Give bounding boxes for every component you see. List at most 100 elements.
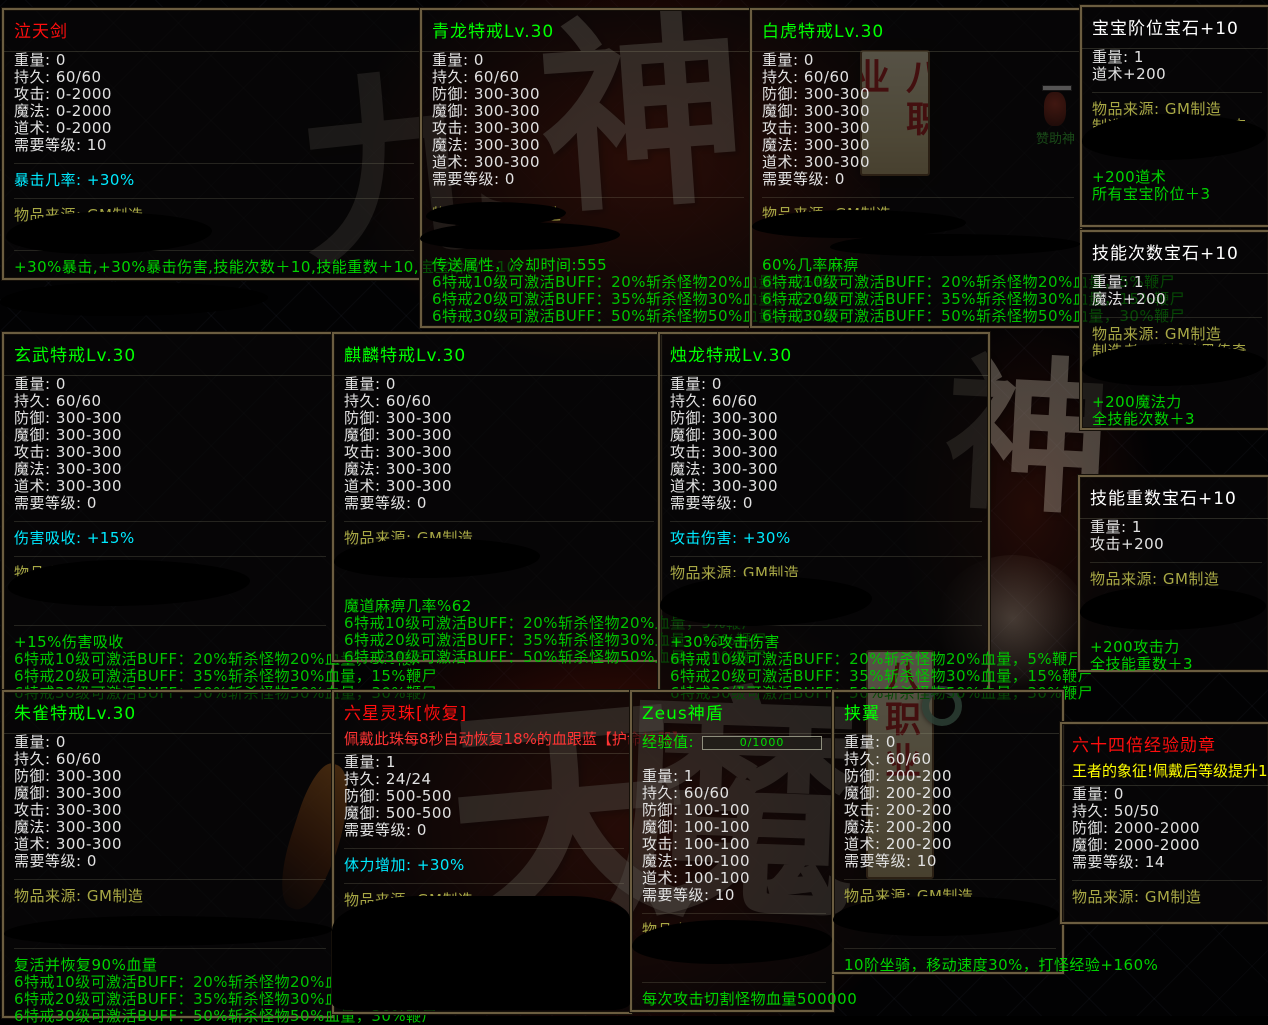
effect-row: 10阶坐骑，移动速度30%，打怪经验+160% [844,957,1062,974]
item-title: 泣天剑 [14,17,420,42]
source-row: 物品来源: GM制造 [14,888,332,905]
stat-row: 持久: 60/60 [762,69,1080,86]
stat-row: 道术: 100-100 [642,870,832,887]
effect-row: 魔道麻痹几率%62 [344,598,660,615]
buff-row: 6特戒20级可激活BUFF：35%斩杀怪物30%血量，15%鞭尸 [432,291,750,308]
item-title: 麒麟特戒Lv.30 [344,341,660,366]
spacer [344,581,660,598]
source-row: 物品来源: GM制造 [1092,326,1268,343]
buff-row: 6特戒30级可激活BUFF：50%斩杀怪物50%血量，30%鞭尸 [344,649,660,666]
item-title: 挟翼 [844,699,1062,724]
stat-row: 道术: 300-300 [670,478,988,495]
stat-row: 重量: 0 [14,52,420,69]
stat-row: 攻击: 300-300 [432,120,750,137]
stat-row: 重量: 0 [1072,786,1268,803]
tooltip-baihu-ring: 白虎特戒Lv.30重量: 0持久: 60/60防御: 300-300魔御: 30… [750,8,1082,328]
special-stat-row: 暴击几率: +30% [14,172,420,189]
source-row: 物品来源: GM制造 [1072,889,1268,906]
stat-row: 持久: 50/50 [1072,803,1268,820]
stat-row: 重量: 1 [642,768,832,785]
tooltip-skill-weight-gem: 技能重数宝石+10重量: 1攻击+200物品来源: GM制造+200攻击力全技能… [1078,475,1268,672]
stat-row: 持久: 60/60 [670,393,988,410]
stat-row: 攻击: 300-300 [14,802,332,819]
stat-row: 防御: 2000-2000 [1072,820,1268,837]
stat-row: 魔御: 300-300 [432,103,750,120]
stat-row: 道术: 200-200 [844,836,1062,853]
stat-row: 需要等级: 10 [642,887,832,904]
stat-row: 魔法: 200-200 [844,819,1062,836]
stat-row: 防御: 300-300 [14,410,332,427]
buff-row: 6特戒30级可激活BUFF：50%斩杀怪物50%血量，30%鞭尸 [14,1008,332,1025]
stat-row: 重量: 0 [844,734,1062,751]
effect-row: 60%几率麻痹 [762,257,1080,274]
stat-row: 重量: 0 [432,52,750,69]
stat-row: 攻击+200 [1090,536,1268,553]
stat-row: 道术: 300-300 [14,836,332,853]
item-subtitle: 王者的象征!佩戴后等级提升1000! [1072,760,1268,781]
buff-row: 6特戒10级可激活BUFF：20%斩杀怪物20%血量，5%鞭尸 [670,651,988,668]
item-title: 青龙特戒Lv.30 [432,17,750,42]
stat-row: 需要等级: 14 [1072,854,1268,871]
stat-row: 重量: 0 [762,52,1080,69]
item-title: 宝宝阶位宝石+10 [1092,14,1268,39]
tooltip-qilin-ring: 麒麟特戒Lv.30重量: 0持久: 60/60防御: 300-300魔御: 30… [332,332,662,662]
item-title: 烛龙特戒Lv.30 [670,341,988,366]
tooltip-qinglong-ring: 青龙特戒Lv.30重量: 0持久: 60/60防御: 300-300魔御: 30… [420,8,752,328]
tooltip-zhulong-ring: 烛龙特戒Lv.30重量: 0持久: 60/60防御: 300-300魔御: 30… [658,332,990,692]
spacer [642,751,832,768]
stat-row: 需要等级: 0 [762,171,1080,188]
special-stat-row: 体力增加: +30% [344,857,630,874]
exp-row: 经验值:0/1000 [642,734,832,751]
buff-row: 6特戒10级可激活BUFF：20%斩杀怪物20%血量，5%鞭尸 [432,274,750,291]
buff-row: 6特戒20级可激活BUFF：35%斩杀怪物30%血量，15%鞭尸 [344,632,660,649]
stat-row: 道术: 300-300 [344,478,660,495]
stat-row: 道术: 300-300 [432,154,750,171]
stat-row: 重量: 0 [14,376,332,393]
effect-row: 全技能次数＋3 [1092,411,1268,428]
stat-row: 防御: 500-500 [344,788,630,805]
stat-row: 魔御: 300-300 [14,785,332,802]
stat-row: 重量: 0 [670,376,988,393]
item-title: 技能重数宝石+10 [1090,484,1268,509]
stat-row: 攻击: 300-300 [344,444,660,461]
effect-row: +30%暴击,+30%暴击伤害,技能次数＋10,技能重数＋10,宝宝阶位＋10 [14,259,420,276]
effect-row: +30%攻击伤害 [670,634,988,651]
stat-row: 重量: 1 [1090,519,1268,536]
item-title: 玄武特戒Lv.30 [14,341,332,366]
tooltip-exp-medal: 六十四倍经验勋章王者的象征!佩戴后等级提升1000!重量: 0持久: 50/50… [1060,722,1268,924]
item-subtitle: 佩戴此珠每8秒自动恢复18%的血跟蓝【护命神器】 [344,728,630,749]
exp-value: 0/1000 [703,737,821,749]
stat-row: 防御: 100-100 [642,802,832,819]
stat-row: 需要等级: 0 [14,853,332,870]
stat-row: 魔法: 300-300 [14,819,332,836]
stat-row: 魔法: 300-300 [344,461,660,478]
buff-row: 6特戒10级可激活BUFF：20%斩杀怪物20%血量，5%鞭尸 [14,651,332,668]
effect-row: +200道术 [1092,169,1268,186]
redaction-mark [332,896,630,1010]
stat-row: 魔法: 300-300 [432,137,750,154]
buff-row: 6特戒10级可激活BUFF：20%斩杀怪物20%血量，5%鞭尸 [762,274,1080,291]
stat-row: 持久: 60/60 [14,393,332,410]
item-title: Zeus神盾 [642,699,832,724]
exp-bar: 0/1000 [702,736,822,750]
stat-row: 重量: 0 [344,376,660,393]
tooltip-zhuque-ring: 朱雀特戒Lv.30重量: 0持久: 60/60防御: 300-300魔御: 30… [2,690,334,1018]
stat-row: 需要等级: 0 [14,495,332,512]
stat-row: 道术: 300-300 [762,154,1080,171]
item-title: 白虎特戒Lv.30 [762,17,1080,42]
stat-row: 魔御: 500-500 [344,805,630,822]
special-stat-row: 攻击伤害: +30% [670,530,988,547]
stat-row: 魔御: 300-300 [344,427,660,444]
effect-row: +15%伤害吸收 [14,634,332,651]
buff-row: 6特戒10级可激活BUFF：20%斩杀怪物20%血量，5%鞭尸 [344,615,660,632]
effect-row: 所有宝宝阶位＋3 [1092,186,1268,203]
buff-row: 6特戒20级可激活BUFF：35%斩杀怪物30%血量，15%鞭尸 [762,291,1080,308]
stat-row: 需要等级: 0 [344,822,630,839]
stat-row: 魔法+200 [1092,291,1268,308]
stat-row: 魔法: 300-300 [670,461,988,478]
tooltip-skill-count-gem: 技能次数宝石+10重量: 1魔法+200物品来源: GM制造制造者：千城暗黑传奇… [1080,230,1268,430]
stat-row: 持久: 60/60 [14,69,420,86]
stat-row: 防御: 300-300 [670,410,988,427]
stat-row: 需要等级: 0 [670,495,988,512]
stat-row: 魔法: 100-100 [642,853,832,870]
